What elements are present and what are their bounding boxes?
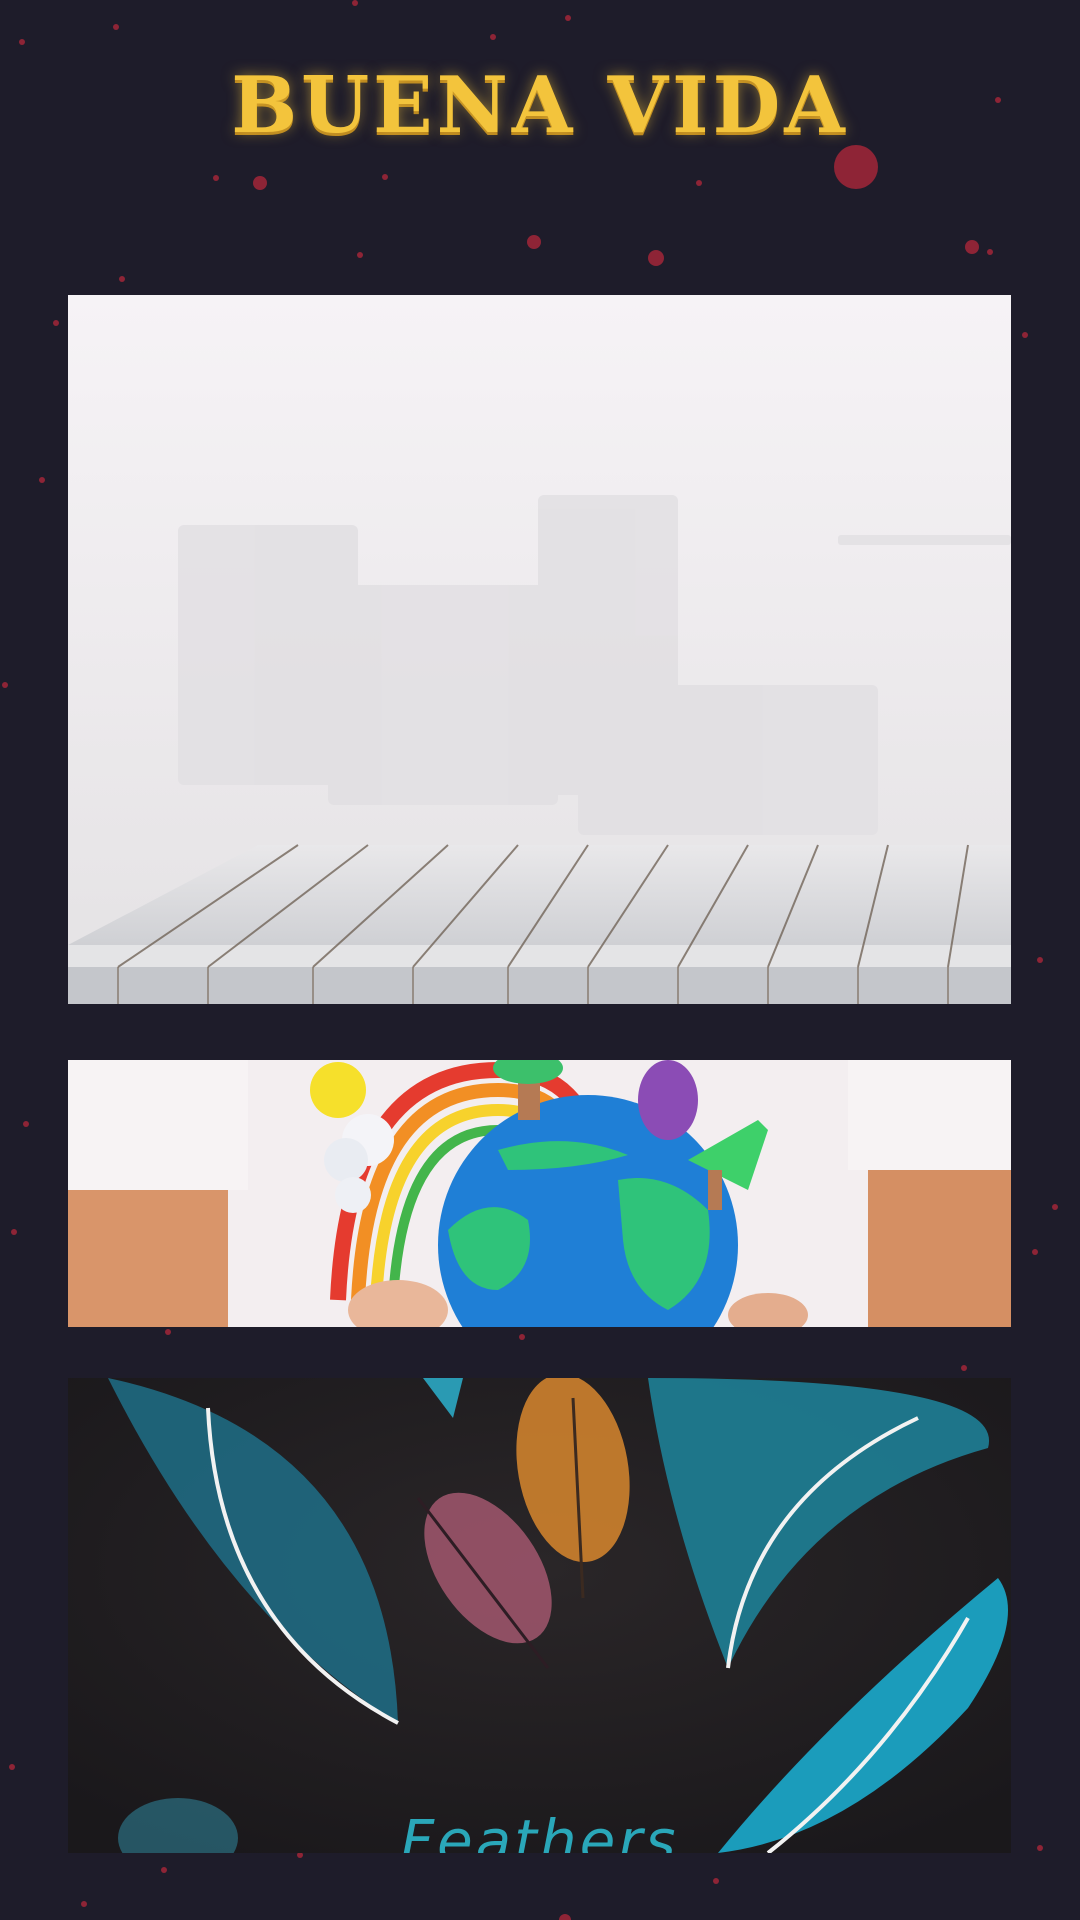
feathers-caption: Feathers <box>400 1807 679 1853</box>
feathers-poster[interactable]: Feathers <box>68 1378 1011 1853</box>
white-wood-table-photo[interactable] <box>68 295 1011 1004</box>
clay-globe-photo[interactable] <box>68 1060 1011 1327</box>
page-title: BUENA VIDA <box>231 60 849 151</box>
